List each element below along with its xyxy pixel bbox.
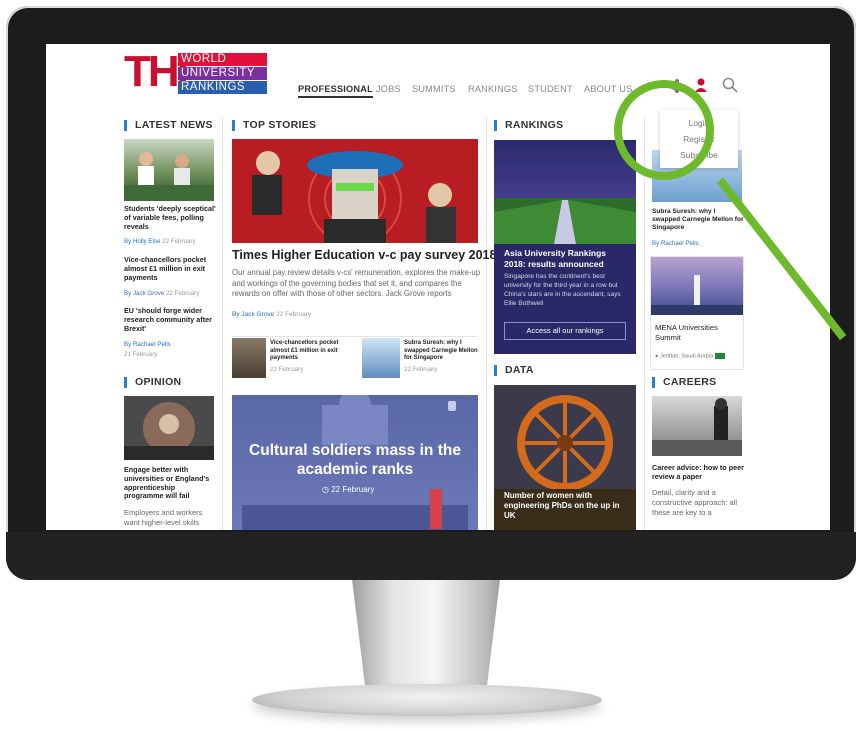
clock-icon: ◷ <box>322 485 329 494</box>
cultural-soldiers-card[interactable]: Cultural soldiers mass in the academic r… <box>232 395 478 530</box>
sub-story-image-2[interactable] <box>362 338 400 378</box>
careers-headline[interactable]: Career advice: how to peer review a pape… <box>652 463 744 482</box>
column-divider <box>644 116 645 530</box>
rankings-headline: Asia University Rankings 2018: results a… <box>504 248 607 269</box>
date: 22 February <box>162 238 196 245</box>
nav-professional[interactable]: PROFESSIONAL <box>298 84 373 98</box>
rankings-heading: RANKINGS <box>494 120 563 131</box>
opinion-headline[interactable]: Engage better with universities or Engla… <box>124 465 216 501</box>
opinion-heading: OPINION <box>124 377 181 388</box>
mena-summit-card[interactable]: MENA Universities Summit ● Jeddah, Saudi… <box>650 256 744 370</box>
latest-news-headline-1[interactable]: Students 'deeply sceptical' of variable … <box>124 204 216 231</box>
author-link[interactable]: By Jack Grove <box>124 290 164 297</box>
top-story-image[interactable] <box>232 139 478 243</box>
sub-story-date-2: 22 February <box>404 366 438 373</box>
author-link[interactable]: By Jack Grove <box>232 311 274 318</box>
highlight-circle <box>614 80 714 180</box>
search-icon[interactable] <box>722 77 738 93</box>
latest-news-byline-3[interactable]: By Rachael Pells <box>124 341 171 348</box>
careers-heading: CAREERS <box>652 377 716 388</box>
monitor-base <box>252 684 602 716</box>
logo-line-university: UNIVERSITY <box>178 67 267 80</box>
opinion-text: Employers and workers want higher-level … <box>124 508 203 527</box>
latest-news-headline-2[interactable]: Vice-chancellors pocket almost £1 millio… <box>124 255 216 282</box>
right-story-byline[interactable]: By Rachael Pells <box>652 240 699 247</box>
date: 22 February <box>165 290 200 297</box>
author-link[interactable]: By Holly Else <box>124 238 160 245</box>
nav-jobs[interactable]: JOBS <box>376 84 401 94</box>
mena-image <box>651 257 743 315</box>
top-story-summary: Our annual pay review details v-cs' remu… <box>232 268 481 299</box>
sub-story-date-1: 22 February <box>270 366 304 373</box>
flag-icon <box>714 353 725 359</box>
data-card[interactable]: Number of women with engineering PhDs on… <box>494 385 636 530</box>
latest-news-date-3: 21 February <box>124 351 158 358</box>
monitor-stand <box>352 580 500 690</box>
right-story-headline[interactable]: Subra Suresh: why I swapped Carnegie Mel… <box>652 208 744 233</box>
latest-news-byline-2: By Jack Grove 22 February <box>124 290 199 297</box>
sub-story-image-1[interactable] <box>232 338 266 378</box>
logo-line-rankings: RANKINGS <box>178 81 267 94</box>
cultural-soldiers-date: ◷ 22 February <box>322 485 375 494</box>
careers-text: Detail, clarity and a constructive appro… <box>652 488 738 517</box>
latest-news-headline-3[interactable]: EU 'should forge wider research communit… <box>124 306 216 333</box>
nav-about-us[interactable]: ABOUT US <box>584 84 632 94</box>
top-story-headline[interactable]: Times Higher Education v-c pay survey 20… <box>232 248 496 262</box>
data-headline: Number of women with engineering PhDs on… <box>504 491 620 520</box>
monitor-bezel <box>6 532 856 580</box>
data-heading: DATA <box>494 365 534 376</box>
opinion-image[interactable] <box>124 396 214 460</box>
access-rankings-button[interactable]: Access all our rankings <box>504 322 626 340</box>
nav-student[interactable]: STUDENT <box>528 84 573 94</box>
nav-summits[interactable]: SUMMITS <box>412 84 456 94</box>
column-divider <box>486 116 487 530</box>
column-divider <box>222 116 223 530</box>
latest-news-image-1[interactable] <box>124 139 214 201</box>
nav-rankings[interactable]: RANKINGS <box>468 84 518 94</box>
mena-location: ● Jeddah, Saudi Arabia <box>655 353 725 359</box>
date: 22 February <box>276 311 312 318</box>
pin-icon: ● <box>655 353 659 360</box>
logo-line-world: WORLD <box>178 53 267 66</box>
latest-news-heading: LATEST NEWS <box>124 120 213 131</box>
cultural-soldiers-headline: Cultural soldiers mass in the academic r… <box>249 442 461 478</box>
sub-story-headline-2[interactable]: Subra Suresh: why I swapped Carnegie Mel… <box>404 340 480 363</box>
careers-image[interactable] <box>652 396 742 456</box>
user-icon[interactable] <box>694 77 708 93</box>
rankings-card[interactable]: Asia University Rankings 2018: results a… <box>494 140 636 354</box>
mena-title: MENA Universities Summit <box>655 323 718 342</box>
divider <box>232 336 478 337</box>
top-stories-heading: TOP STORIES <box>232 120 316 131</box>
sub-story-headline-1[interactable]: Vice-chancellors pocket almost £1 millio… <box>270 340 356 363</box>
rankings-summary: Singapore has the continent's best unive… <box>504 273 621 307</box>
top-story-byline: By Jack Grove 22 February <box>232 311 311 318</box>
latest-news-byline-1: By Holly Else 22 February <box>124 238 196 245</box>
